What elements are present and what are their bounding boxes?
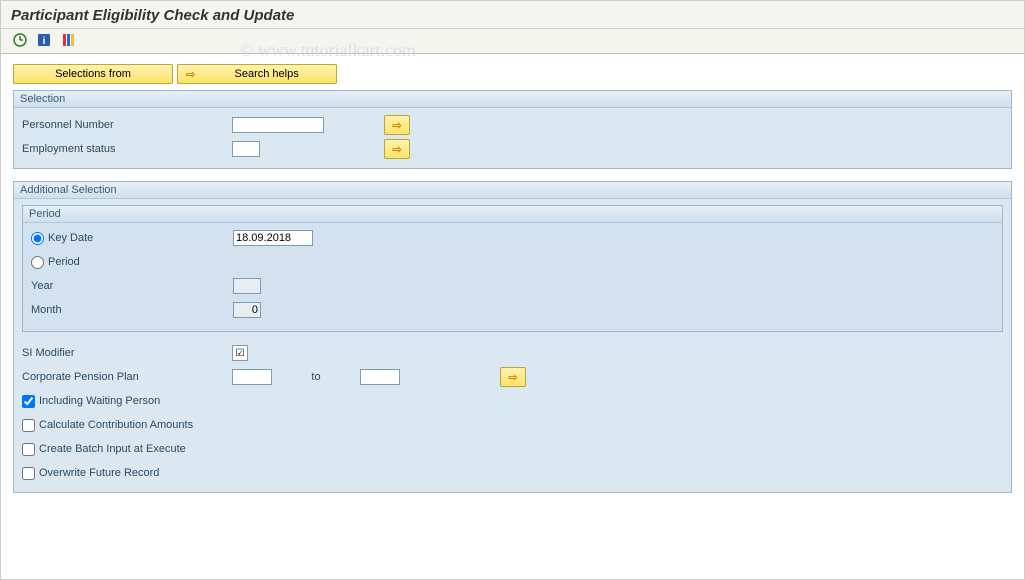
overwrite-future-checkbox[interactable] (22, 467, 35, 480)
year-label: Year (31, 280, 233, 292)
button-label: Selections from (55, 68, 131, 80)
corporate-pension-to-input[interactable] (360, 369, 400, 385)
group-title: Period (23, 206, 1002, 223)
corporate-pension-label: Corporate Pension Plan (22, 371, 232, 383)
period-group: Period Key Date Period (22, 205, 1003, 332)
period-radio[interactable] (31, 256, 44, 269)
arrow-right-icon: ⇨ (392, 143, 401, 156)
personnel-number-label: Personnel Number (22, 119, 232, 131)
arrow-right-icon: ⇨ (508, 371, 517, 384)
create-batch-checkbox[interactable] (22, 443, 35, 456)
page-title: Participant Eligibility Check and Update (11, 7, 294, 24)
svg-text:i: i (43, 36, 46, 47)
arrow-right-icon: ⇨ (186, 68, 195, 81)
personnel-number-multi-button[interactable]: ⇨ (384, 115, 410, 135)
variant-icon[interactable] (59, 31, 77, 49)
button-label: Search helps (205, 68, 328, 80)
key-date-input[interactable] (233, 230, 313, 246)
corporate-pension-from-input[interactable] (232, 369, 272, 385)
key-date-label: Key Date (48, 232, 93, 244)
group-title: Additional Selection (14, 182, 1011, 199)
including-waiting-label: Including Waiting Person (39, 395, 160, 407)
employment-status-multi-button[interactable]: ⇨ (384, 139, 410, 159)
overwrite-future-label: Overwrite Future Record (39, 467, 159, 479)
info-icon[interactable]: i (35, 31, 53, 49)
period-label: Period (48, 256, 80, 268)
including-waiting-checkbox[interactable] (22, 395, 35, 408)
corporate-pension-multi-button[interactable]: ⇨ (500, 367, 526, 387)
month-input[interactable] (233, 302, 261, 318)
additional-selection-group: Additional Selection Period Key Date (13, 181, 1012, 493)
employment-status-label: Employment status (22, 143, 232, 155)
selection-group: Selection Personnel Number ⇨ Employment … (13, 90, 1012, 169)
employment-status-input[interactable] (232, 141, 260, 157)
group-title: Selection (14, 91, 1011, 108)
create-batch-label: Create Batch Input at Execute (39, 443, 186, 455)
calculate-contribution-label: Calculate Contribution Amounts (39, 419, 193, 431)
app-toolbar: i (1, 29, 1024, 54)
si-modifier-valuehelp[interactable]: ☑ (232, 345, 248, 361)
search-helps-button[interactable]: ⇨ Search helps (177, 64, 337, 84)
selections-from-button[interactable]: Selections from (13, 64, 173, 84)
execute-icon[interactable] (11, 31, 29, 49)
key-date-radio[interactable] (31, 232, 44, 245)
arrow-right-icon: ⇨ (392, 119, 401, 132)
month-label: Month (31, 304, 233, 316)
to-label: to (296, 371, 336, 383)
calculate-contribution-checkbox[interactable] (22, 419, 35, 432)
si-modifier-label: SI Modifier (22, 347, 232, 359)
year-input[interactable] (233, 278, 261, 294)
personnel-number-input[interactable] (232, 117, 324, 133)
